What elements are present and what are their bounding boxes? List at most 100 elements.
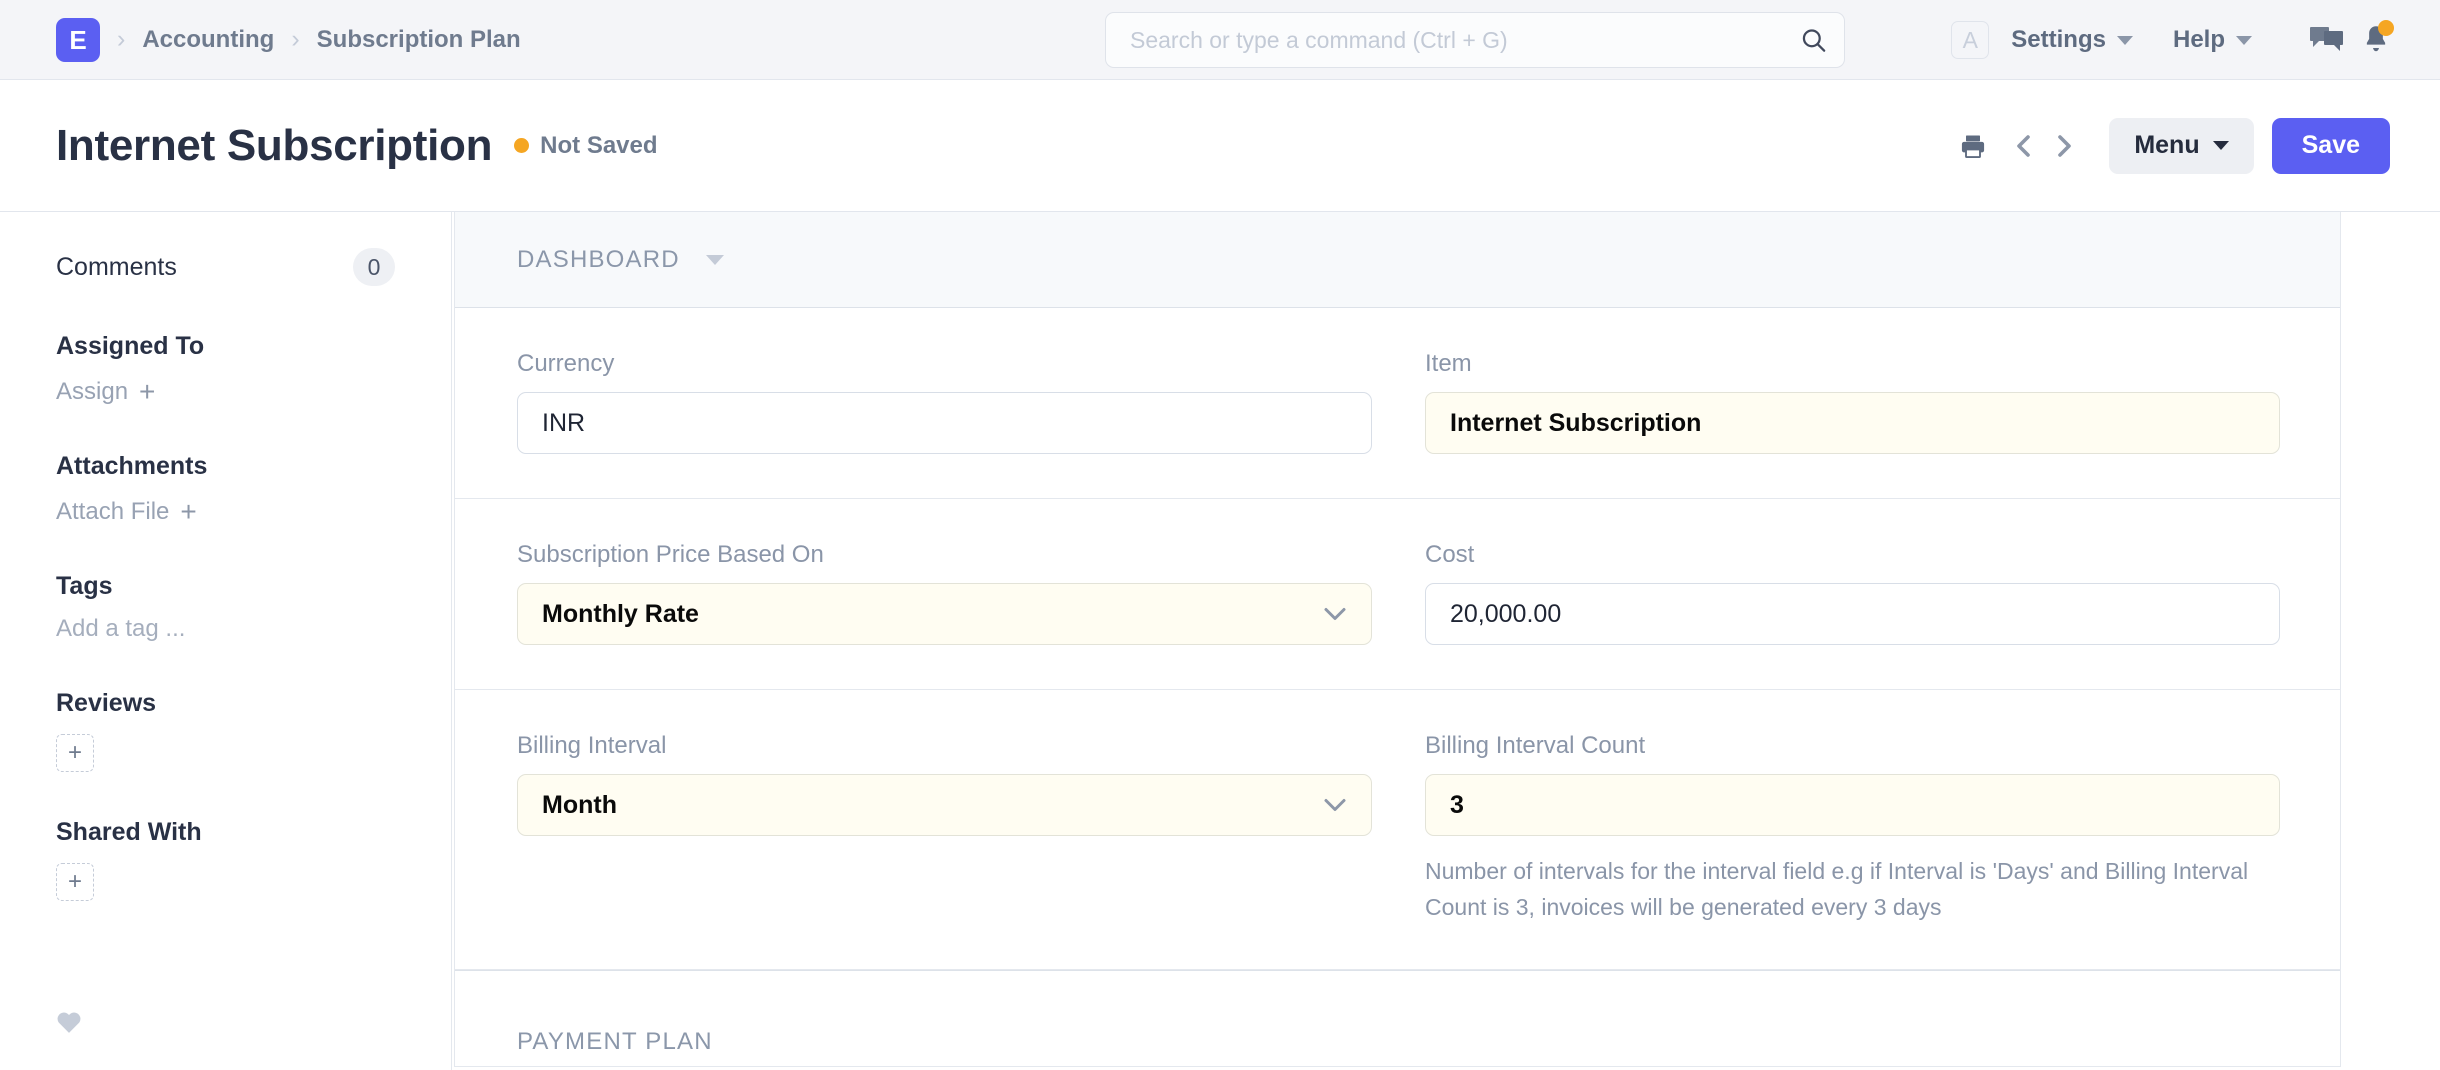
section-header-dashboard[interactable]: DASHBOARD <box>455 212 2340 308</box>
breadcrumb-separator-icon: › <box>117 25 126 53</box>
sidebar-section-comments[interactable]: Comments 0 <box>56 212 395 286</box>
chevron-down-icon <box>1323 607 1347 622</box>
plus-icon: + <box>67 739 82 767</box>
status-badge: Not Saved <box>514 131 658 160</box>
chevron-down-icon <box>1323 798 1347 813</box>
form-row-price-cost: Subscription Price Based On Monthly Rate… <box>455 499 2340 690</box>
sidebar: Comments 0 Assigned To Assign + Attachme… <box>0 212 452 1070</box>
field-item-label: Item <box>1425 350 1472 377</box>
billing-interval-count-help: Number of intervals for the interval fie… <box>1425 858 2249 920</box>
form-row-billing: Billing Interval Month Billing Interval … <box>455 690 2340 971</box>
tags-heading: Tags <box>56 572 113 600</box>
add-tag-input[interactable]: Add a tag ... <box>56 615 395 643</box>
main-content: DASHBOARD Currency INR Item Internet Sub… <box>452 212 2440 1070</box>
breadcrumb-accounting[interactable]: Accounting <box>142 26 274 54</box>
printer-icon[interactable] <box>1959 132 1987 160</box>
navbar-right: A Settings Help <box>1951 0 2394 80</box>
navbar-left: E › Accounting › Subscription Plan <box>0 17 521 62</box>
heart-icon[interactable] <box>56 1010 82 1034</box>
section-header-payment-plan[interactable]: PAYMENT PLAN <box>455 970 2340 1067</box>
form-card: DASHBOARD Currency INR Item Internet Sub… <box>454 212 2341 1068</box>
field-price-based-on: Subscription Price Based On Monthly Rate <box>455 541 1372 645</box>
attach-file-button[interactable]: Attach File + <box>56 498 395 526</box>
attach-file-label: Attach File <box>56 498 170 525</box>
top-navbar: E › Accounting › Subscription Plan A Set… <box>0 0 2440 80</box>
attachments-heading: Attachments <box>56 452 208 480</box>
app-logo-letter: E <box>69 24 87 55</box>
field-item: Item Internet Subscription <box>1367 350 2280 454</box>
chevron-down-icon <box>2212 141 2229 150</box>
shared-with-heading: Shared With <box>56 818 202 846</box>
menu-button-label: Menu <box>2134 131 2200 159</box>
search-icon[interactable] <box>1800 27 1827 54</box>
chevron-right-icon[interactable] <box>2047 131 2081 161</box>
avatar-letter: A <box>1962 26 1978 53</box>
form-row-currency-item: Currency INR Item Internet Subscription <box>455 308 2340 499</box>
field-cost-label: Cost <box>1425 541 1475 568</box>
field-price-based-on-label: Subscription Price Based On <box>517 541 824 568</box>
sidebar-section-attachments: Attachments Attach File + <box>56 452 395 526</box>
sidebar-section-reviews: Reviews + <box>56 689 395 772</box>
cost-value: 20,000.00 <box>1450 599 1562 628</box>
status-label: Not Saved <box>540 131 658 159</box>
chevron-down-icon <box>2236 35 2252 45</box>
notification-bell-icon[interactable] <box>2362 20 2394 56</box>
reviews-heading: Reviews <box>56 689 157 717</box>
assign-label: Assign <box>56 378 129 405</box>
field-currency: Currency INR <box>455 350 1372 454</box>
field-cost: Cost 20,000.00 <box>1367 541 2280 645</box>
comments-count: 0 <box>353 248 395 286</box>
billing-interval-select[interactable]: Month <box>517 774 1372 836</box>
plus-icon: + <box>180 496 197 528</box>
chevron-down-icon <box>2116 35 2133 45</box>
price-based-on-select[interactable]: Monthly Rate <box>517 583 1372 645</box>
item-input[interactable]: Internet Subscription <box>1425 392 2280 454</box>
field-billing-interval-count: Billing Interval Count 3 Number of inter… <box>1367 732 2280 925</box>
breadcrumb-separator-icon: › <box>291 25 300 53</box>
app-logo[interactable]: E <box>56 17 100 62</box>
field-currency-label: Currency <box>517 350 615 377</box>
section-header-dashboard-label: DASHBOARD <box>517 245 680 273</box>
section-header-payment-plan-label: PAYMENT PLAN <box>517 1028 713 1056</box>
menu-button[interactable]: Menu <box>2109 117 2254 174</box>
sidebar-section-assigned-to: Assigned To Assign + <box>56 332 395 406</box>
chevron-down-icon[interactable] <box>705 254 724 265</box>
currency-input[interactable]: INR <box>517 392 1372 454</box>
nav-menu-settings-label: Settings <box>2011 26 2106 53</box>
item-value: Internet Subscription <box>1450 408 1702 437</box>
add-shared-user-button[interactable]: + <box>56 863 94 901</box>
add-review-button[interactable]: + <box>56 734 94 772</box>
price-based-on-value: Monthly Rate <box>542 599 699 628</box>
assigned-to-heading: Assigned To <box>56 332 205 360</box>
assign-button[interactable]: Assign + <box>56 378 395 406</box>
page-body: Comments 0 Assigned To Assign + Attachme… <box>0 212 2440 1070</box>
sidebar-section-tags: Tags Add a tag ... <box>56 572 395 643</box>
billing-interval-count-value: 3 <box>1450 790 1464 819</box>
billing-interval-value: Month <box>542 790 617 819</box>
chevron-left-icon[interactable] <box>2007 131 2041 161</box>
billing-interval-count-input[interactable]: 3 <box>1425 774 2280 836</box>
field-billing-interval-label: Billing Interval <box>517 732 667 759</box>
field-billing-interval: Billing Interval Month <box>455 732 1372 925</box>
global-search <box>1105 12 1845 68</box>
page-title: Internet Subscription <box>56 120 493 170</box>
comments-label: Comments <box>56 252 177 281</box>
field-billing-interval-count-label: Billing Interval Count <box>1425 732 1646 759</box>
plus-icon: + <box>139 376 156 408</box>
breadcrumb-subscription-plan[interactable]: Subscription Plan <box>317 26 521 54</box>
nav-menu-help[interactable]: Help <box>2173 26 2252 54</box>
status-dot-icon <box>514 138 530 153</box>
cost-input[interactable]: 20,000.00 <box>1425 583 2280 645</box>
nav-menu-help-label: Help <box>2172 26 2225 53</box>
page-header-actions: Menu Save <box>1959 117 2390 174</box>
avatar[interactable]: A <box>1951 21 1990 59</box>
search-input[interactable] <box>1105 12 1845 68</box>
page-header: Internet Subscription Not Saved Menu Sav… <box>0 80 2440 212</box>
currency-value: INR <box>542 408 586 437</box>
notification-badge <box>2378 20 2394 36</box>
sidebar-section-shared-with: Shared With + <box>56 818 395 901</box>
save-button[interactable]: Save <box>2271 117 2390 174</box>
chat-icon[interactable] <box>2310 25 2344 55</box>
plus-icon: + <box>67 868 82 896</box>
nav-menu-settings[interactable]: Settings <box>2011 26 2133 54</box>
